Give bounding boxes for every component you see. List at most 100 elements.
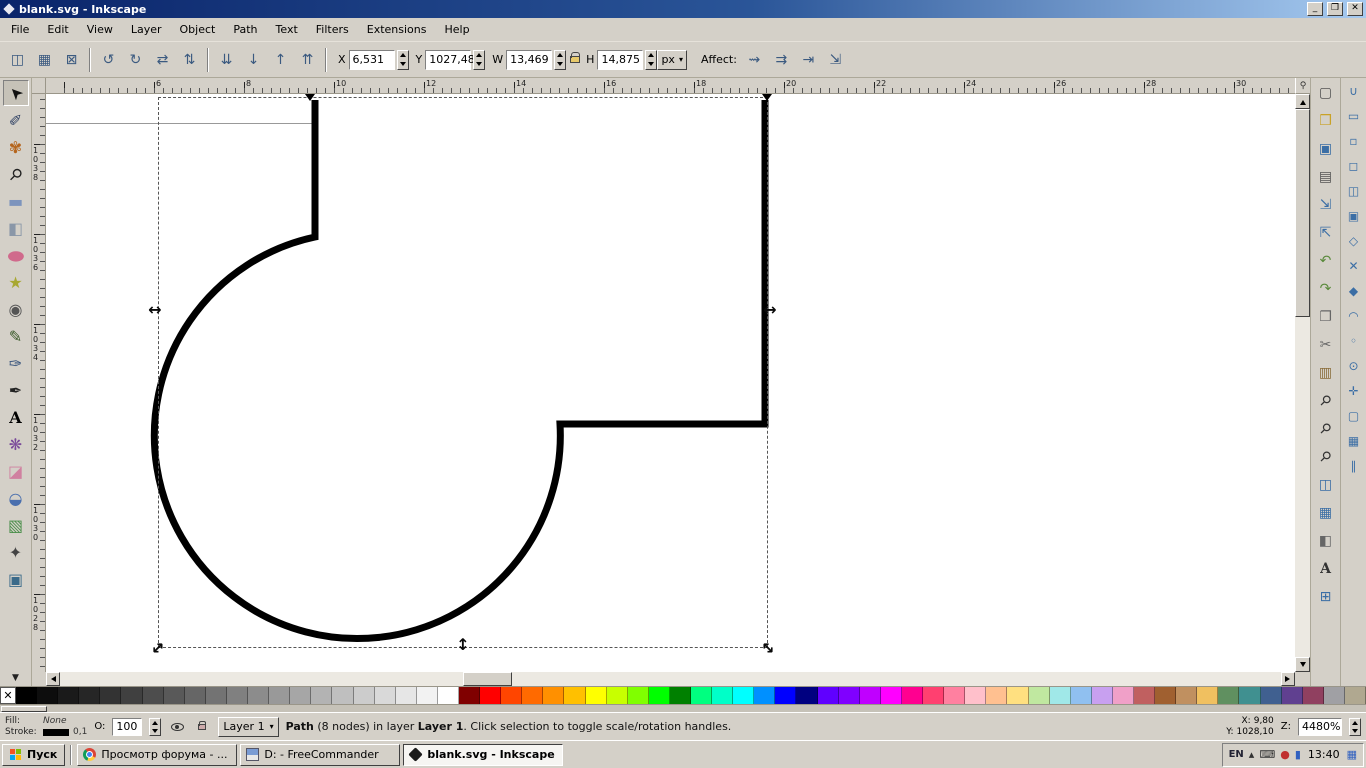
- palette-swatch[interactable]: [37, 687, 58, 704]
- menu-file[interactable]: File: [2, 19, 38, 40]
- palette-swatch[interactable]: [438, 687, 459, 704]
- undo-button[interactable]: ↶: [1314, 249, 1338, 273]
- zoom-input[interactable]: 4480%: [1298, 718, 1342, 736]
- snap-intersections-button[interactable]: ✕: [1344, 256, 1364, 276]
- export-button[interactable]: ⇱: [1314, 221, 1338, 245]
- vertical-scroll-thumb[interactable]: [1295, 109, 1310, 317]
- snap-page-border-button[interactable]: ▢: [1344, 406, 1364, 426]
- zoom-drawing-button[interactable]: ⚲: [1314, 417, 1338, 441]
- palette-swatch[interactable]: [649, 687, 670, 704]
- snap-bbox-centers-button[interactable]: ▣: [1344, 206, 1364, 226]
- palette-swatch[interactable]: [670, 687, 691, 704]
- palette-swatch[interactable]: [691, 687, 712, 704]
- palette-swatch[interactable]: [143, 687, 164, 704]
- palette-swatch[interactable]: [100, 687, 121, 704]
- rotate-cw-button[interactable]: ↻: [122, 47, 149, 73]
- paste-button[interactable]: ▥: [1314, 361, 1338, 385]
- palette-swatch[interactable]: [1007, 687, 1028, 704]
- opacity-spinner[interactable]: [149, 718, 161, 736]
- calligraphy-tool[interactable]: ✒: [3, 377, 29, 403]
- language-indicator[interactable]: EN: [1229, 749, 1244, 760]
- new-document-button[interactable]: ▢: [1314, 81, 1338, 105]
- palette-swatch[interactable]: [860, 687, 881, 704]
- select-tool[interactable]: ➤: [3, 80, 29, 106]
- maximize-button[interactable]: ❐: [1327, 2, 1343, 16]
- palette-swatch[interactable]: [902, 687, 923, 704]
- x-input[interactable]: 6,531: [349, 50, 395, 70]
- palette-swatch[interactable]: [586, 687, 607, 704]
- hidden-icons-button[interactable]: ▴: [1249, 749, 1255, 760]
- close-button[interactable]: ✕: [1347, 2, 1363, 16]
- palette-swatch[interactable]: [733, 687, 754, 704]
- snap-bbox-midpoints-button[interactable]: ◫: [1344, 181, 1364, 201]
- snap-midpoints-button[interactable]: ◦: [1344, 331, 1364, 351]
- menu-text[interactable]: Text: [267, 19, 307, 40]
- palette-swatch[interactable]: [1176, 687, 1197, 704]
- paint-bucket-tool[interactable]: ◒: [3, 485, 29, 511]
- palette-swatch[interactable]: [1113, 687, 1134, 704]
- scheduler-icon[interactable]: ▮: [1295, 749, 1301, 760]
- layer-lock-toggle[interactable]: [193, 718, 211, 736]
- snap-bbox-edges-button[interactable]: ▫: [1344, 131, 1364, 151]
- raise-to-top-button[interactable]: ⇈: [294, 47, 321, 73]
- palette-swatch[interactable]: [1050, 687, 1071, 704]
- gradient-tool[interactable]: ▧: [3, 512, 29, 538]
- snap-bbox-button[interactable]: ▭: [1344, 106, 1364, 126]
- vertical-scroll-track[interactable]: [1295, 109, 1310, 657]
- horizontal-scrollbar[interactable]: [46, 672, 1295, 686]
- antivirus-icon[interactable]: ●: [1280, 749, 1290, 760]
- palette-swatch[interactable]: [501, 687, 522, 704]
- horizontal-scroll-thumb[interactable]: [463, 672, 512, 686]
- minimize-button[interactable]: _: [1307, 2, 1323, 16]
- palette-swatch[interactable]: [881, 687, 902, 704]
- palette-swatch[interactable]: [796, 687, 817, 704]
- scale-handle-bottom[interactable]: ↕: [456, 637, 469, 653]
- snap-bbox-corners-button[interactable]: ◻: [1344, 156, 1364, 176]
- palette-swatch[interactable]: [185, 687, 206, 704]
- keyboard-icon[interactable]: ⌨: [1259, 749, 1275, 760]
- menu-edit[interactable]: Edit: [38, 19, 77, 40]
- horizontal-ruler[interactable]: 681012141618202224262830: [46, 78, 1295, 94]
- stroke-width-value[interactable]: 0,1: [73, 727, 87, 738]
- deselect-button[interactable]: ⊠: [58, 47, 85, 73]
- snap-nodes-button[interactable]: ◇: [1344, 231, 1364, 251]
- width-input[interactable]: 13,469: [506, 50, 552, 70]
- zoom-page-button[interactable]: ⚲: [1314, 445, 1338, 469]
- snap-grid-button[interactable]: ▦: [1344, 431, 1364, 451]
- palette-swatch[interactable]: [269, 687, 290, 704]
- canvas[interactable]: ↔ ↔ ↕ ↔ ↔: [46, 94, 1295, 672]
- x-spinner[interactable]: [397, 50, 409, 70]
- bezier-tool[interactable]: ✑: [3, 350, 29, 376]
- open-document-button[interactable]: ❒: [1314, 109, 1338, 133]
- palette-scrollbar[interactable]: [0, 704, 1366, 712]
- lock-ratio-toggle[interactable]: [566, 50, 584, 70]
- palette-swatch[interactable]: [775, 687, 796, 704]
- palette-swatch[interactable]: [1239, 687, 1260, 704]
- palette-swatch[interactable]: [311, 687, 332, 704]
- pencil-tool[interactable]: ✎: [3, 323, 29, 349]
- palette-swatch[interactable]: [712, 687, 733, 704]
- scale-handle-right[interactable]: ↔: [763, 302, 776, 318]
- palette-swatch[interactable]: [227, 687, 248, 704]
- palette-swatch[interactable]: [1071, 687, 1092, 704]
- text-dialog-button[interactable]: A: [1314, 557, 1338, 581]
- selection-handle-top-right-icon[interactable]: [762, 94, 772, 101]
- flip-vertical-button[interactable]: ⇅: [176, 47, 203, 73]
- palette-swatch[interactable]: [923, 687, 944, 704]
- palette-swatch[interactable]: [79, 687, 100, 704]
- select-all-layers-button[interactable]: ▦: [31, 47, 58, 73]
- palette-swatch[interactable]: [121, 687, 142, 704]
- snap-enable-button[interactable]: ∪: [1344, 81, 1364, 101]
- palette-swatch[interactable]: [522, 687, 543, 704]
- palette-swatch[interactable]: [417, 687, 438, 704]
- selection-handle-top-left-icon[interactable]: [305, 94, 315, 101]
- palette-swatch[interactable]: [965, 687, 986, 704]
- flip-horizontal-button[interactable]: ⇄: [149, 47, 176, 73]
- palette-swatch[interactable]: [1155, 687, 1176, 704]
- palette-swatch[interactable]: [1324, 687, 1345, 704]
- palette-swatch[interactable]: [290, 687, 311, 704]
- scale-handle-left[interactable]: ↔: [148, 302, 161, 318]
- duplicate-button[interactable]: ◫: [1314, 473, 1338, 497]
- sticky-zoom-button[interactable]: ⚲: [1295, 78, 1310, 94]
- palette-swatch[interactable]: [986, 687, 1007, 704]
